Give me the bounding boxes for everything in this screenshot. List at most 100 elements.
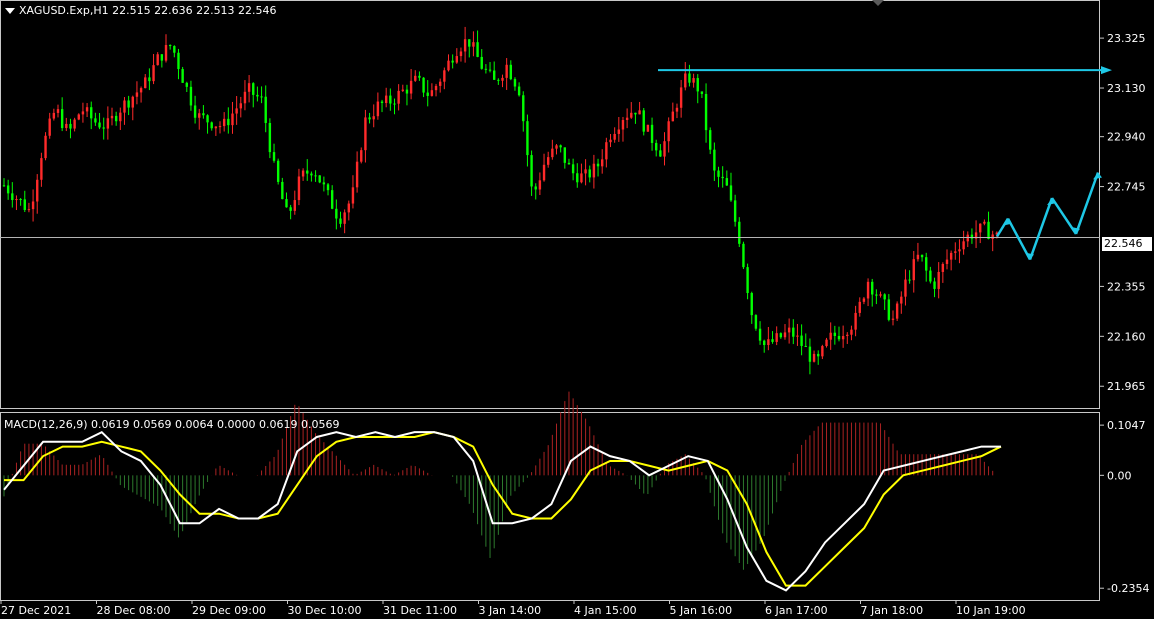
candle-body xyxy=(779,333,783,338)
candle-body xyxy=(339,218,342,224)
candle-body xyxy=(472,42,475,47)
candle-body xyxy=(447,60,450,71)
candle-body xyxy=(264,96,267,123)
candle-body xyxy=(335,208,338,219)
candle-body xyxy=(517,86,521,96)
candle-body xyxy=(380,101,384,104)
candle-body xyxy=(900,296,903,304)
candle-body xyxy=(52,112,56,119)
current-price-tag: 22.546 xyxy=(1102,237,1152,251)
candle-body xyxy=(949,252,953,260)
candle-body xyxy=(696,78,699,92)
candle-body xyxy=(825,339,828,347)
candle-body xyxy=(954,251,957,253)
candle-body xyxy=(841,336,845,340)
candle-body xyxy=(679,87,683,108)
candle-body xyxy=(796,335,799,337)
candle-body xyxy=(15,199,18,201)
candle-body xyxy=(700,91,704,94)
chart-canvas: 23.325 23.130 22.940 22.745 22.355 22.160 21.9… xyxy=(0,0,1149,617)
annotation-lines xyxy=(0,66,1112,261)
candle-body xyxy=(372,116,375,120)
candle-body xyxy=(202,113,205,116)
price-axis: 23.325 23.130 22.940 22.745 22.355 22.160 21.9… xyxy=(1100,32,1146,393)
candle-body xyxy=(916,254,920,260)
candle-body xyxy=(567,162,571,165)
candle-body xyxy=(306,170,309,174)
candle-body xyxy=(310,173,313,176)
candle-body xyxy=(114,115,118,122)
candle-body xyxy=(152,65,155,82)
candle-body xyxy=(256,94,259,97)
candle-body xyxy=(750,293,753,316)
candle-body xyxy=(941,263,945,272)
candle-body xyxy=(11,193,14,201)
candle-body xyxy=(692,78,695,83)
candle-body xyxy=(962,241,965,250)
time-tick-label: 7 Jan 18:00 xyxy=(861,604,924,617)
price-tick-label: 22.940 xyxy=(1107,131,1146,144)
candle-body xyxy=(546,157,550,165)
candle-body xyxy=(746,267,749,294)
candle-body xyxy=(713,149,716,171)
candle-body xyxy=(480,56,483,69)
candle-body xyxy=(534,186,537,190)
candle-body xyxy=(663,141,666,157)
candle-body xyxy=(218,126,222,128)
candle-body xyxy=(393,103,396,105)
candle-body xyxy=(6,185,10,194)
candle-body xyxy=(119,112,122,122)
candle-body xyxy=(418,75,421,78)
candle-body xyxy=(538,180,542,190)
candle-body xyxy=(227,118,230,126)
candle-body xyxy=(364,117,367,151)
dropdown-arrow-icon[interactable] xyxy=(5,8,15,14)
candle-body xyxy=(497,79,500,81)
candle-body xyxy=(281,181,284,200)
candle-body xyxy=(854,312,857,330)
candle-body xyxy=(609,139,612,143)
time-tick-label: 28 Dec 08:00 xyxy=(97,604,171,617)
candle-body xyxy=(484,68,488,70)
candle-body xyxy=(314,175,317,177)
candle-body xyxy=(252,83,255,95)
resistance-arrowhead xyxy=(1101,66,1112,75)
candle-body xyxy=(289,207,292,211)
candle-body xyxy=(987,221,990,239)
price-tick-label: 23.130 xyxy=(1107,82,1146,95)
projection-segment xyxy=(1028,197,1054,260)
candle-body xyxy=(655,142,658,151)
candle-body xyxy=(929,270,932,282)
candle-body xyxy=(530,155,533,187)
candle-body xyxy=(351,187,355,204)
candle-body xyxy=(23,199,26,210)
time-tick-label: 10 Jan 19:00 xyxy=(956,604,1026,617)
candle-body xyxy=(879,294,882,296)
candle-body xyxy=(426,92,429,96)
candle-body xyxy=(235,108,238,114)
candle-body xyxy=(501,77,504,81)
candle-body xyxy=(729,185,733,201)
chart-shift-marker-icon[interactable] xyxy=(872,0,884,6)
candle-body xyxy=(659,150,662,157)
candles-layer xyxy=(2,26,999,375)
candle-body xyxy=(601,159,604,167)
candle-body xyxy=(164,45,168,61)
candle-body xyxy=(787,327,791,333)
candle-body xyxy=(767,339,770,346)
macd-panel-frame xyxy=(0,412,1100,601)
candle-body xyxy=(102,127,105,129)
time-tick-label: 3 Jan 14:00 xyxy=(479,604,542,617)
time-axis: 27 Dec 2021 28 Dec 08:00 29 Dec 09:00 30 De… xyxy=(0,600,1026,617)
candle-body xyxy=(144,77,147,89)
candle-body xyxy=(717,170,720,177)
time-tick-label: 30 Dec 10:00 xyxy=(288,604,362,617)
candle-body xyxy=(630,112,633,118)
candle-body xyxy=(505,64,508,78)
candle-body xyxy=(106,118,110,129)
candle-body xyxy=(904,279,907,297)
projection-arrowhead xyxy=(1093,172,1102,180)
candle-body xyxy=(850,329,853,335)
candle-body xyxy=(222,118,226,127)
price-tick-label: 22.745 xyxy=(1107,181,1146,194)
